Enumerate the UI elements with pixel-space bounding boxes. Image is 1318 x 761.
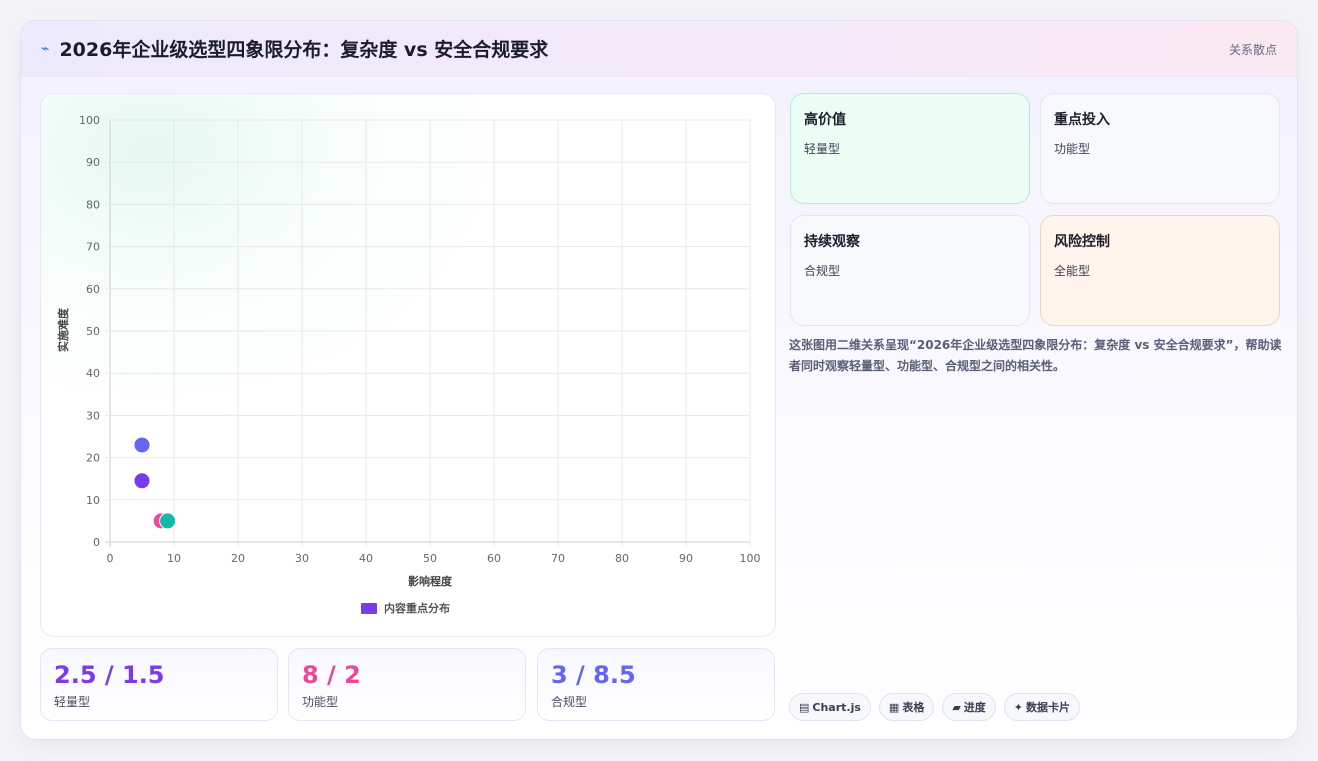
quadrant-key-investment: 重点投入 功能型 <box>1040 93 1280 204</box>
y-tick-label: 0 <box>93 536 100 549</box>
stat-value: 3 / 8.5 <box>551 661 636 689</box>
x-tick-label: 0 <box>107 552 114 565</box>
y-tick-label: 40 <box>86 367 100 380</box>
table-icon: ▦ <box>888 700 900 714</box>
x-tick-label: 30 <box>295 552 309 565</box>
pill-label: 数据卡片 <box>1026 701 1071 714</box>
y-tick-label: 30 <box>86 409 100 422</box>
x-tick-label: 20 <box>231 552 245 565</box>
x-tick-label: 60 <box>487 552 501 565</box>
x-tick-label: 90 <box>679 552 693 565</box>
quadrant-title: 风险控制 <box>1054 234 1110 250</box>
chart-description: 这张图用二维关系呈现“2026年企业级选型四象限分布：复杂度 vs 安全合规要求… <box>789 338 1282 373</box>
x-tick-label: 100 <box>740 552 761 565</box>
quadrant-title: 重点投入 <box>1054 112 1110 128</box>
x-tick-label: 10 <box>167 552 181 565</box>
y-tick-label: 10 <box>86 494 100 507</box>
y-tick-label: 50 <box>86 325 100 338</box>
quadrant-title: 高价值 <box>804 112 846 128</box>
quadrant-subtitle: 合规型 <box>804 264 841 278</box>
stat-card-functional: 8 / 2 功能型 <box>288 648 526 721</box>
stat-label: 轻量型 <box>54 695 91 709</box>
chart-type-tag: 关系散点 <box>1228 43 1277 57</box>
legend-swatch[interactable] <box>361 603 377 614</box>
x-tick-label: 40 <box>359 552 373 565</box>
pill-progress[interactable]: ▰ 进度 <box>942 693 996 721</box>
stat-value: 8 / 2 <box>302 661 361 689</box>
stat-card-lightweight: 2.5 / 1.5 轻量型 <box>40 648 278 721</box>
scatter-point[interactable] <box>159 512 177 530</box>
stat-card-compliance: 3 / 8.5 合规型 <box>537 648 775 721</box>
y-tick-label: 90 <box>86 156 100 169</box>
y-tick-label: 70 <box>86 241 100 254</box>
y-axis-label: 实施难度 <box>56 307 70 352</box>
pill-label: Chart.js <box>812 700 861 714</box>
progress-icon: ▰ <box>952 700 961 714</box>
scatter-point[interactable] <box>133 472 151 490</box>
x-axis-label: 影响程度 <box>408 574 453 588</box>
x-tick-label: 70 <box>551 552 565 565</box>
quadrant-watch: 持续观察 合规型 <box>790 215 1030 326</box>
chart-icon: ▤ <box>799 700 810 714</box>
main-card: ⌁ 2026年企业级选型四象限分布：复杂度 vs 安全合规要求 关系散点 0 10… <box>20 20 1298 740</box>
legend-label[interactable]: 内容重点分布 <box>384 601 450 615</box>
chart-panel: 0 10 20 30 40 50 60 70 80 90 100 0 10 20 30 40 50 60 70 80 9… <box>40 93 776 637</box>
page-title: 2026年企业级选型四象限分布：复杂度 vs 安全合规要求 <box>59 39 549 61</box>
header: ⌁ 2026年企业级选型四象限分布：复杂度 vs 安全合规要求 关系散点 <box>21 21 1297 77</box>
pill-chartjs[interactable]: ▤ Chart.js <box>789 693 871 721</box>
stat-value: 2.5 / 1.5 <box>54 661 165 689</box>
x-tick-label: 50 <box>423 552 437 565</box>
pill-label: 表格 <box>902 701 925 714</box>
scatter-chart: 0 10 20 30 40 50 60 70 80 90 100 0 10 20 30 40 50 60 70 80 9… <box>41 94 775 636</box>
quadrant-high-value: 高价值 轻量型 <box>790 93 1030 204</box>
y-tick-label: 20 <box>86 452 100 465</box>
feature-pills: ▤ Chart.js ▦ 表格 ▰ 进度 ✦ 数据卡片 <box>789 693 1081 721</box>
scatter-point[interactable] <box>133 436 151 454</box>
x-tick-label: 80 <box>615 552 629 565</box>
quadrant-title: 持续观察 <box>804 234 860 250</box>
spark-icon: ⌁ <box>41 40 50 57</box>
quadrant-risk-control: 风险控制 全能型 <box>1040 215 1280 326</box>
y-tick-label: 100 <box>79 114 100 127</box>
pill-data-cards[interactable]: ✦ 数据卡片 <box>1003 693 1081 721</box>
quadrant-subtitle: 全能型 <box>1054 264 1091 278</box>
sparkle-icon: ✦ <box>1013 700 1024 714</box>
chart-glow <box>41 94 775 636</box>
stat-label: 合规型 <box>551 695 588 709</box>
stat-label: 功能型 <box>302 695 339 709</box>
y-tick-label: 80 <box>86 198 100 211</box>
quadrant-subtitle: 功能型 <box>1054 142 1091 156</box>
pill-table[interactable]: ▦ 表格 <box>878 693 935 721</box>
y-tick-label: 60 <box>86 283 100 296</box>
quadrant-subtitle: 轻量型 <box>804 142 841 156</box>
pill-label: 进度 <box>963 701 986 714</box>
